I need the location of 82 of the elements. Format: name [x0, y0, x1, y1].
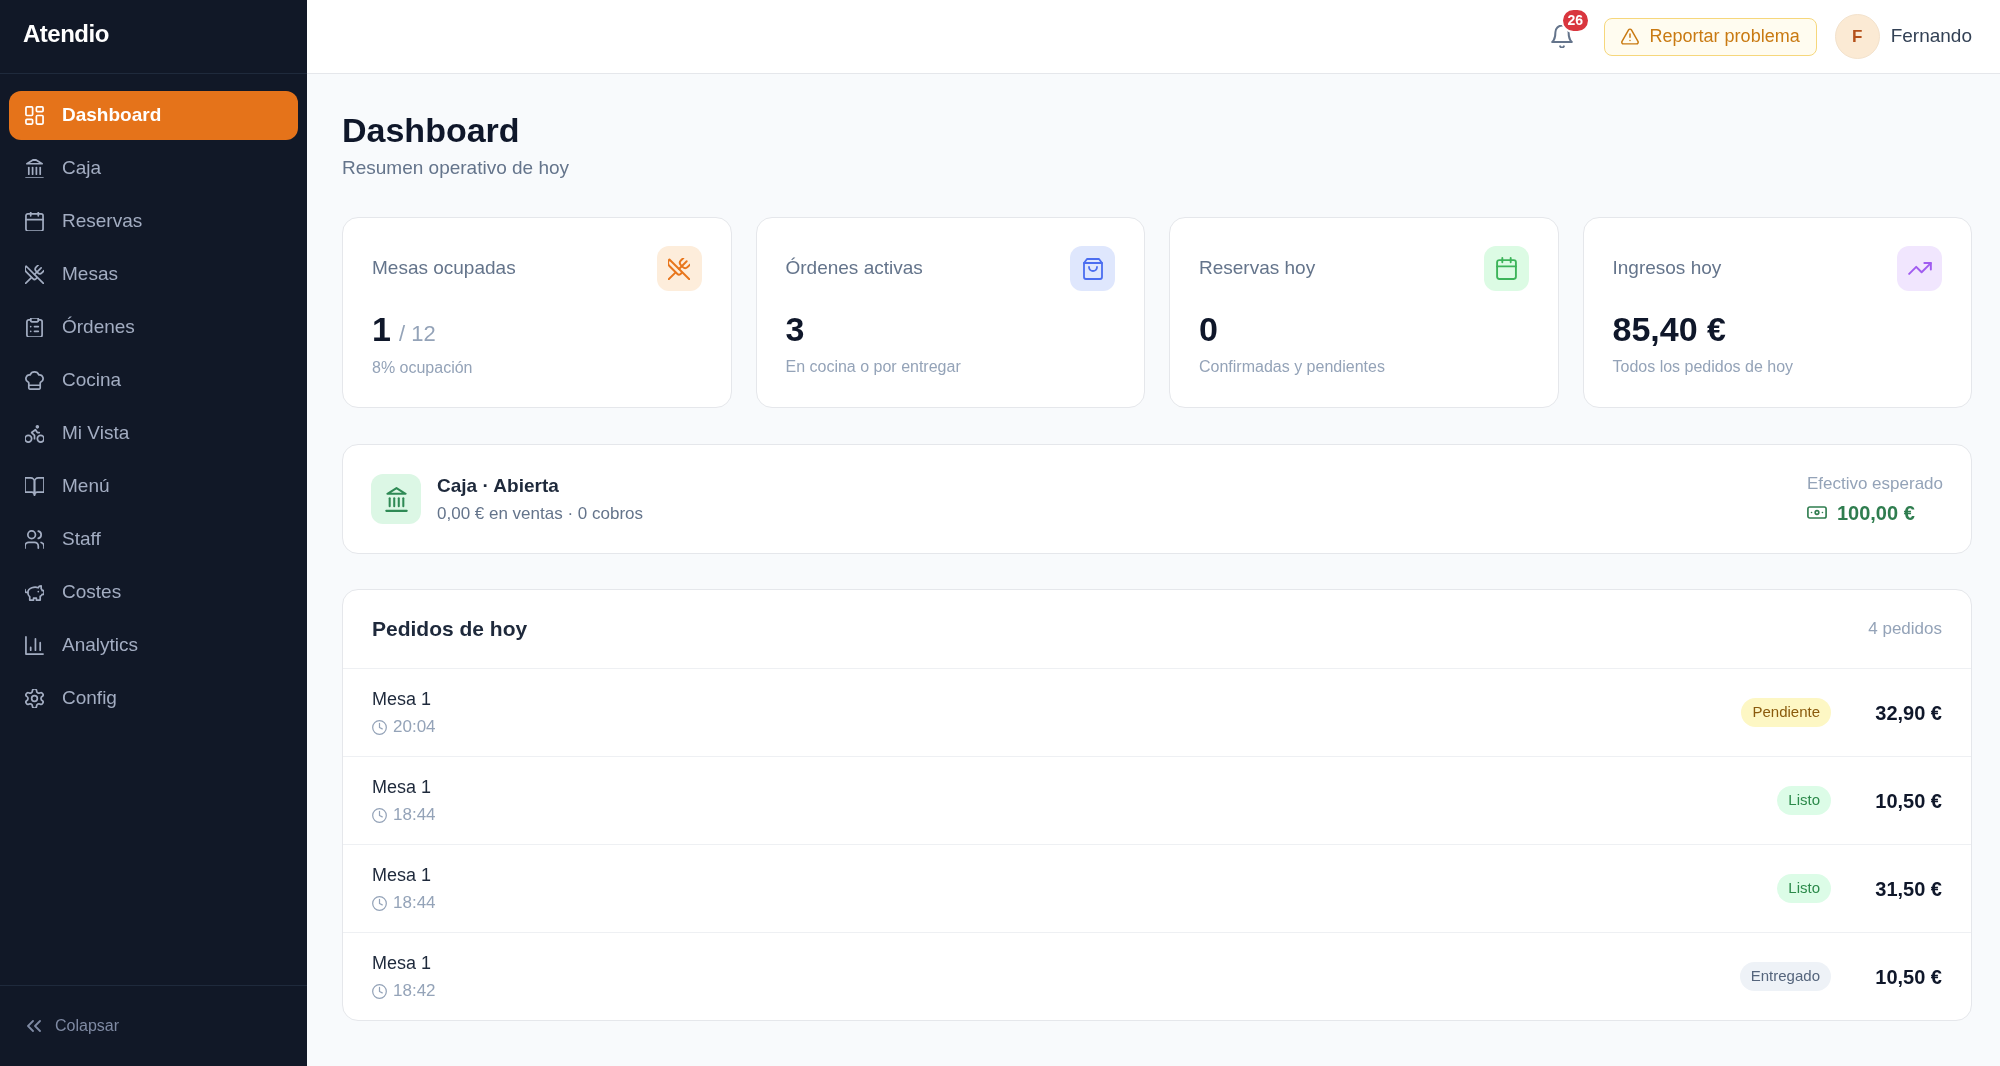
calendar-icon: [1483, 246, 1529, 291]
stat-label: Reservas hoy: [1199, 256, 1316, 281]
stat-note: Todos los pedidos de hoy: [1612, 357, 1795, 377]
clock-icon: [372, 719, 387, 735]
grid-icon: [25, 106, 44, 125]
orders-title: Pedidos de hoy: [372, 616, 528, 642]
order-total: 31,50 €: [1874, 876, 1942, 902]
expected-cash-amount: 100,00 €: [1836, 500, 1915, 526]
user-avatar[interactable]: F: [1834, 14, 1880, 59]
fork-knife-icon: [25, 265, 44, 284]
calendar-icon: [25, 212, 44, 231]
order-table: Mesa 1: [372, 863, 436, 887]
warning-icon: [1620, 28, 1639, 45]
order-table: Mesa 1: [372, 775, 436, 799]
bicycle-icon: [25, 424, 44, 443]
bar-chart-icon: [25, 636, 44, 655]
chevrons-left-icon: [27, 1020, 41, 1032]
stat-label: Órdenes activas: [785, 256, 923, 281]
sidebar-item[interactable]: Mi Vista: [9, 409, 298, 458]
sidebar-item[interactable]: Menú: [9, 462, 298, 511]
stat-label: Mesas ocupadas: [372, 256, 516, 281]
user-name: Fernando: [1890, 24, 1972, 49]
stat-total: / 12: [398, 320, 436, 348]
status-badge: Pendiente: [1741, 698, 1831, 727]
sidebar-item[interactable]: Órdenes: [9, 303, 298, 352]
bell-icon[interactable]: [1550, 25, 1573, 48]
clock-icon: [372, 895, 387, 911]
page-subtitle: Resumen operativo de hoy: [342, 156, 571, 180]
expected-cash-label: Efectivo esperado: [1806, 472, 1943, 495]
order-row[interactable]: Mesa 1 20:04 Pendiente 32,90 €: [343, 668, 1971, 756]
order-time: 18:44: [393, 804, 436, 826]
stat-note: Confirmadas y pendientes: [1199, 357, 1386, 377]
order-total: 10,50 €: [1874, 788, 1942, 814]
order-time: 18:42: [393, 980, 436, 1002]
sidebar-item[interactable]: Reservas: [9, 197, 298, 246]
orders-count: 4 pedidos: [1868, 618, 1942, 641]
sidebar-item[interactable]: Caja: [9, 144, 298, 193]
stat-note: 8% ocupación: [372, 358, 474, 378]
stat-value: 0: [1199, 309, 1218, 349]
people-icon: [25, 530, 44, 549]
stat-value: 3: [785, 309, 805, 349]
settings-icon: [25, 689, 44, 708]
cash-register-title: Caja · Abierta: [437, 473, 560, 498]
trend-up-icon: [1897, 246, 1942, 291]
sidebar-item[interactable]: Mesas: [9, 250, 298, 299]
order-table: Mesa 1: [372, 951, 436, 975]
status-badge: Listo: [1777, 874, 1831, 903]
order-total: 32,90 €: [1874, 700, 1942, 726]
sidebar-item[interactable]: Cocina: [9, 356, 298, 405]
bank-icon: [25, 159, 44, 178]
clock-icon: [372, 983, 387, 999]
collapse-button[interactable]: Colapsar: [9, 1006, 120, 1046]
banknote-icon: [1806, 506, 1827, 519]
order-row[interactable]: Mesa 1 18:44 Listo 10,50 €: [343, 756, 1971, 844]
stat-label: Ingresos hoy: [1612, 256, 1722, 281]
order-time: 18:44: [393, 892, 436, 914]
stat-value: 1: [372, 309, 391, 349]
page-title: Dashboard: [342, 110, 521, 151]
cash-register-summary: 0,00 € en ventas · 0 cobros: [437, 502, 644, 525]
sidebar-item[interactable]: Costes: [9, 568, 298, 617]
order-time: 20:04: [393, 716, 436, 738]
status-badge: Listo: [1777, 786, 1831, 815]
status-badge: Entregado: [1739, 962, 1831, 991]
stat-note: En cocina o por entregar: [785, 357, 962, 377]
order-row[interactable]: Mesa 1 18:42 Entregado 10,50 €: [343, 932, 1971, 1020]
stat-value: 85,40 €: [1612, 309, 1726, 349]
app-logo: Atendio: [23, 18, 109, 49]
clipboard-icon: [25, 318, 44, 337]
sidebar-item[interactable]: Analytics: [9, 621, 298, 670]
order-total: 10,50 €: [1874, 964, 1942, 990]
fork-knife-icon: [656, 246, 702, 291]
order-row[interactable]: Mesa 1 18:44 Listo 31,50 €: [343, 844, 1971, 932]
bank-icon: [371, 474, 421, 524]
order-table: Mesa 1: [372, 687, 436, 711]
sidebar-item[interactable]: Config: [9, 674, 298, 723]
piggy-bank-icon: [25, 583, 44, 602]
clock-icon: [372, 807, 387, 823]
book-icon: [25, 477, 44, 496]
shopping-bag-icon: [1070, 246, 1115, 291]
chef-hat-icon: [25, 371, 44, 390]
sidebar-item[interactable]: Staff: [9, 515, 298, 564]
notification-count: 26: [1560, 8, 1591, 33]
